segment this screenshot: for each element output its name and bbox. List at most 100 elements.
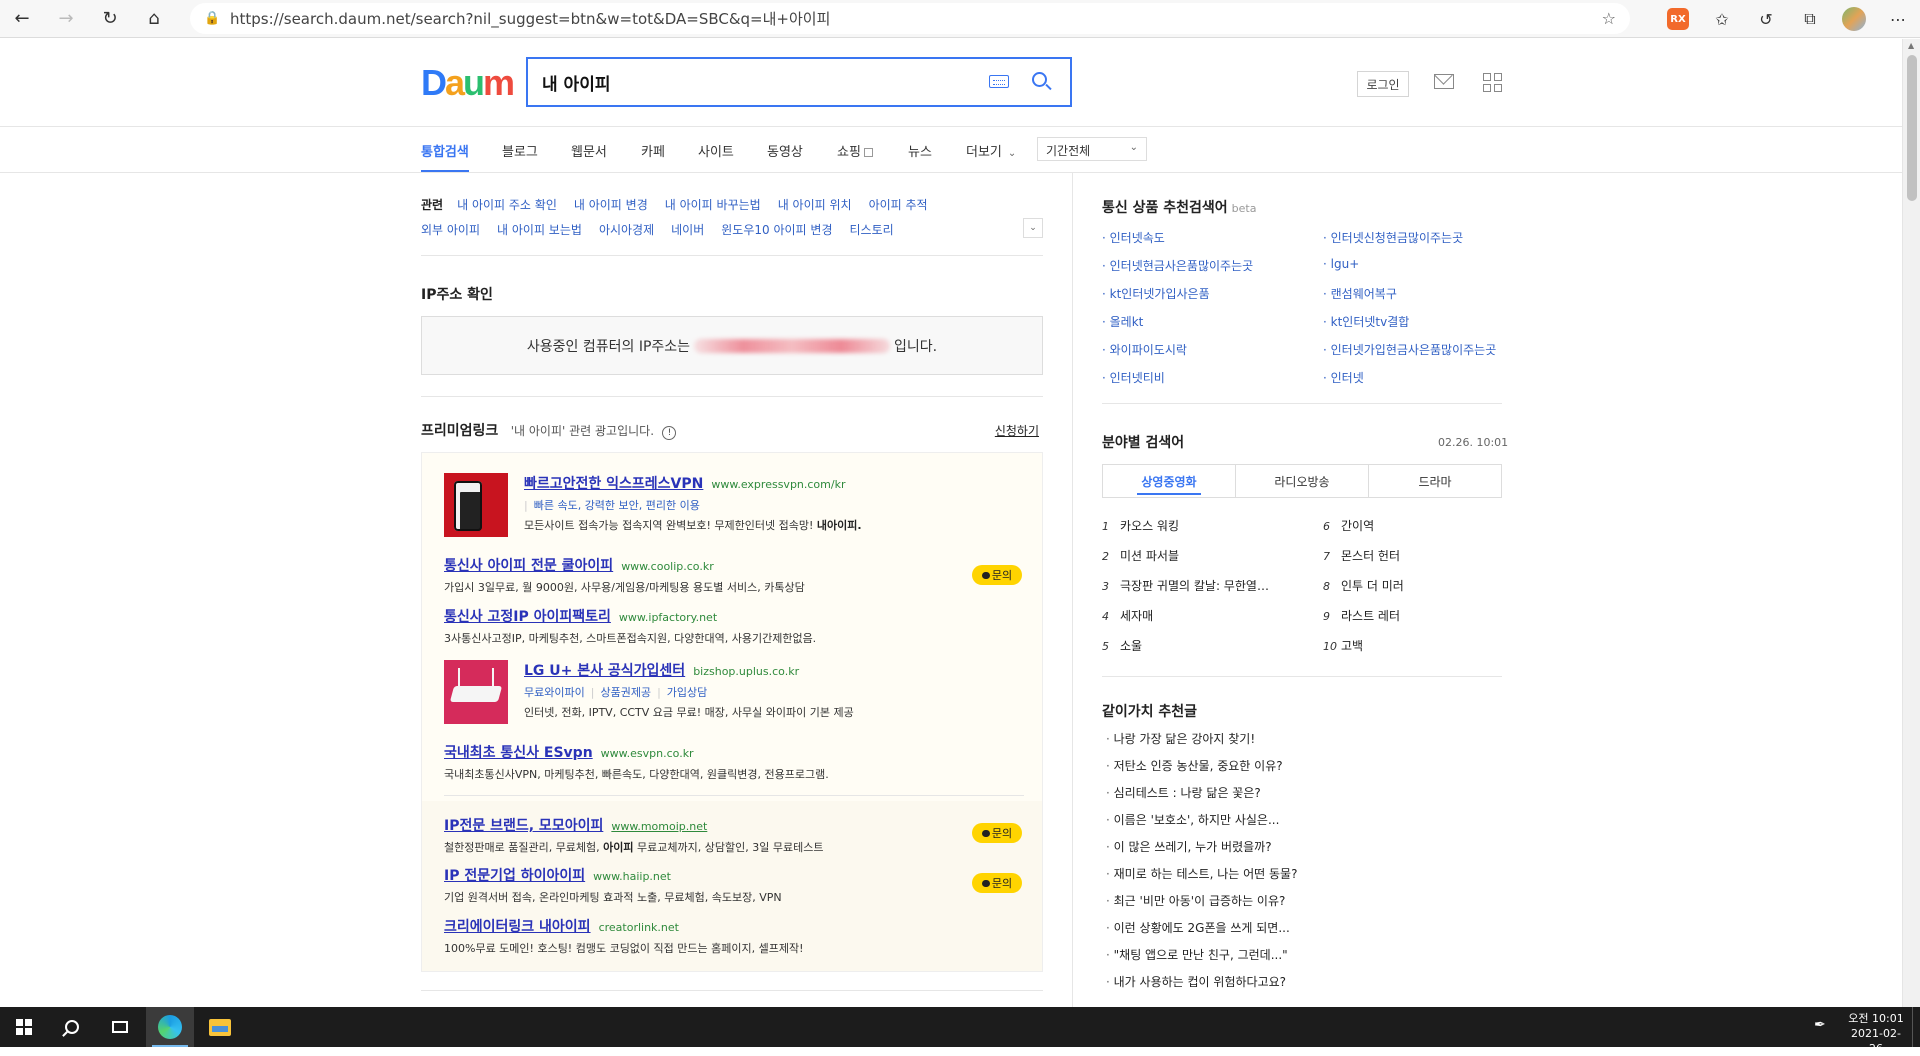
- pen-icon[interactable]: ✒: [1814, 1017, 1826, 1033]
- favorites-icon[interactable]: ✩: [1700, 0, 1744, 38]
- inquiry-button[interactable]: 문의: [972, 873, 1022, 893]
- related-link[interactable]: 아이피 추적: [869, 196, 928, 213]
- ad-url[interactable]: www.ipfactory.net: [619, 611, 717, 624]
- value-article-link[interactable]: 이 많은 쓰레기, 누가 버렸을까?: [1102, 837, 1502, 864]
- ad-title-link[interactable]: IP전문 브랜드, 모모아이피: [444, 818, 603, 834]
- related-link[interactable]: 내 아이피 바꾸는법: [665, 196, 761, 213]
- rec-keyword[interactable]: 올레kt: [1102, 313, 1323, 331]
- related-link[interactable]: 내 아이피 변경: [574, 196, 648, 213]
- ad-sublink[interactable]: 무료와이파이: [524, 686, 585, 699]
- related-link[interactable]: 네이버: [671, 221, 704, 238]
- ad-title-link[interactable]: 국내최초 통신사 ESvpn: [444, 745, 593, 761]
- tab-movies[interactable]: 상영중영화: [1103, 465, 1236, 497]
- rank-item[interactable]: 6 간이역: [1323, 517, 1502, 536]
- services-grid-icon[interactable]: [1483, 73, 1502, 92]
- rec-keyword[interactable]: kt인터넷가입사은품: [1102, 285, 1323, 303]
- rec-keyword[interactable]: 와이파이도시락: [1102, 341, 1323, 359]
- value-article-link[interactable]: 이런 상황에도 2G폰을 쓰게 되면...: [1102, 918, 1502, 945]
- inquiry-button[interactable]: 문의: [972, 565, 1022, 585]
- ad-url[interactable]: www.haiip.net: [593, 870, 671, 883]
- rank-item[interactable]: 8 인투 더 미러: [1323, 577, 1502, 596]
- rec-keyword[interactable]: 인터넷신청현금많이주는곳: [1323, 229, 1502, 247]
- value-article-link[interactable]: "채팅 앱으로 만난 친구, 그런데...": [1102, 945, 1502, 972]
- tab-site[interactable]: 사이트: [698, 141, 734, 160]
- rec-keyword[interactable]: 인터넷가입현금사은품많이주는곳: [1323, 341, 1502, 359]
- ad-url[interactable]: www.momoip.net: [611, 820, 707, 833]
- ad-sublink[interactable]: 가입상담: [667, 686, 707, 699]
- vertical-scrollbar[interactable]: ▲: [1902, 39, 1920, 1007]
- ad-url[interactable]: www.coolip.co.kr: [621, 560, 714, 573]
- edge-taskbar-button[interactable]: [146, 1007, 194, 1047]
- home-icon[interactable]: ⌂: [132, 0, 176, 38]
- info-icon[interactable]: !: [662, 426, 677, 440]
- ad-url[interactable]: bizshop.uplus.co.kr: [693, 665, 799, 678]
- ad-title-link[interactable]: 통신사 고정IP 아이피팩토리: [444, 609, 611, 625]
- collections-icon[interactable]: ⧉: [1788, 0, 1832, 38]
- search-button[interactable]: [1026, 68, 1056, 98]
- rec-keyword[interactable]: 인터넷: [1323, 369, 1502, 387]
- tab-cafe[interactable]: 카페: [641, 141, 665, 160]
- ad-title-link[interactable]: 크리에이터링크 내아이피: [444, 919, 591, 935]
- tab-video[interactable]: 동영상: [767, 141, 803, 160]
- rec-keyword[interactable]: 인터넷현금사은품많이주는곳: [1102, 257, 1323, 275]
- taskbar-search-button[interactable]: [48, 1007, 96, 1047]
- related-link[interactable]: 내 아이피 위치: [778, 196, 852, 213]
- history-icon[interactable]: ↺: [1744, 0, 1788, 38]
- back-icon[interactable]: ←: [0, 0, 44, 38]
- favorite-star-icon[interactable]: ☆: [1602, 9, 1616, 28]
- rec-keyword[interactable]: 랜섬웨어복구: [1323, 285, 1502, 303]
- expand-related-button[interactable]: ⌄: [1023, 218, 1043, 238]
- related-link[interactable]: 내 아이피 주소 확인: [457, 196, 557, 213]
- rank-item[interactable]: 10 고백: [1323, 637, 1502, 656]
- extension-button[interactable]: RX: [1656, 0, 1700, 38]
- value-article-link[interactable]: 최근 '비만 아동'이 급증하는 이유?: [1102, 891, 1502, 918]
- ad-thumbnail[interactable]: [444, 660, 508, 724]
- ad-url[interactable]: creatorlink.net: [599, 921, 679, 934]
- rank-item[interactable]: 4 세자매: [1102, 607, 1323, 626]
- ad-url[interactable]: www.esvpn.co.kr: [601, 747, 694, 760]
- tab-news[interactable]: 뉴스: [908, 141, 932, 160]
- tab-drama[interactable]: 드라마: [1369, 465, 1501, 497]
- apply-link[interactable]: 신청하기: [995, 422, 1039, 439]
- tab-shopping[interactable]: 쇼핑: [837, 141, 873, 160]
- tab-all[interactable]: 통합검색: [421, 141, 469, 172]
- ad-thumbnail[interactable]: [444, 473, 508, 537]
- related-link[interactable]: 윈도우10 아이피 변경: [721, 221, 832, 238]
- more-menu-icon[interactable]: ⋯: [1876, 0, 1920, 38]
- rank-item[interactable]: 1 카오스 워킹: [1102, 517, 1323, 536]
- inquiry-button[interactable]: 문의: [972, 823, 1022, 843]
- keyboard-icon[interactable]: [989, 75, 1009, 88]
- related-link[interactable]: 외부 아이피: [421, 221, 480, 238]
- rank-item[interactable]: 3 극장판 귀멸의 칼날: 무한열차편: [1102, 577, 1272, 596]
- related-link[interactable]: 내 아이피 보는법: [497, 221, 582, 238]
- value-article-link[interactable]: 나랑 가장 닮은 강아지 찾기!: [1102, 729, 1502, 756]
- mail-icon[interactable]: [1434, 74, 1454, 89]
- value-article-link[interactable]: 재미로 하는 테스트, 나는 어떤 동물?: [1102, 864, 1502, 891]
- lock-icon[interactable]: 🔒: [204, 11, 230, 26]
- rec-keyword[interactable]: kt인터넷tv결합: [1323, 313, 1502, 331]
- value-article-link[interactable]: 저탄소 인증 농산물, 중요한 이유?: [1102, 756, 1502, 783]
- url-text[interactable]: https://search.daum.net/search?nil_sugge…: [230, 8, 830, 29]
- ad-title-link[interactable]: IP 전문기업 하이아이피: [444, 868, 585, 884]
- clock[interactable]: 오전 10:01 2021-02-26: [1846, 1011, 1906, 1056]
- ad-title-link[interactable]: LG U+ 본사 공식가입센터: [524, 663, 685, 679]
- login-button[interactable]: 로그인: [1357, 71, 1409, 97]
- rec-keyword[interactable]: 인터넷티비: [1102, 369, 1323, 387]
- ad-sublink[interactable]: 빠른 속도, 강력한 보안, 편리한 이용: [534, 499, 700, 512]
- forward-icon[interactable]: →: [44, 0, 88, 38]
- ad-sublink[interactable]: 상품권제공: [600, 686, 651, 699]
- address-bar[interactable]: 🔒 https://search.daum.net/search?nil_sug…: [190, 3, 1630, 34]
- start-button[interactable]: [0, 1007, 48, 1047]
- rank-item[interactable]: 5 소울: [1102, 637, 1323, 656]
- explorer-taskbar-button[interactable]: [196, 1007, 244, 1047]
- rec-keyword[interactable]: lgu+: [1323, 257, 1502, 275]
- value-article-link[interactable]: 심리테스트 : 나랑 닮은 꽃은?: [1102, 783, 1502, 810]
- daum-logo[interactable]: Daum: [421, 65, 515, 101]
- ad-url[interactable]: www.expressvpn.com/kr: [711, 478, 845, 491]
- value-article-link[interactable]: 이름은 '보호소', 하지만 사실은...: [1102, 810, 1502, 837]
- task-view-button[interactable]: [96, 1007, 144, 1047]
- profile-avatar[interactable]: [1832, 0, 1876, 38]
- scroll-up-icon[interactable]: ▲: [1908, 41, 1914, 50]
- refresh-icon[interactable]: ↻: [88, 0, 132, 38]
- show-desktop-button[interactable]: [1912, 1007, 1920, 1047]
